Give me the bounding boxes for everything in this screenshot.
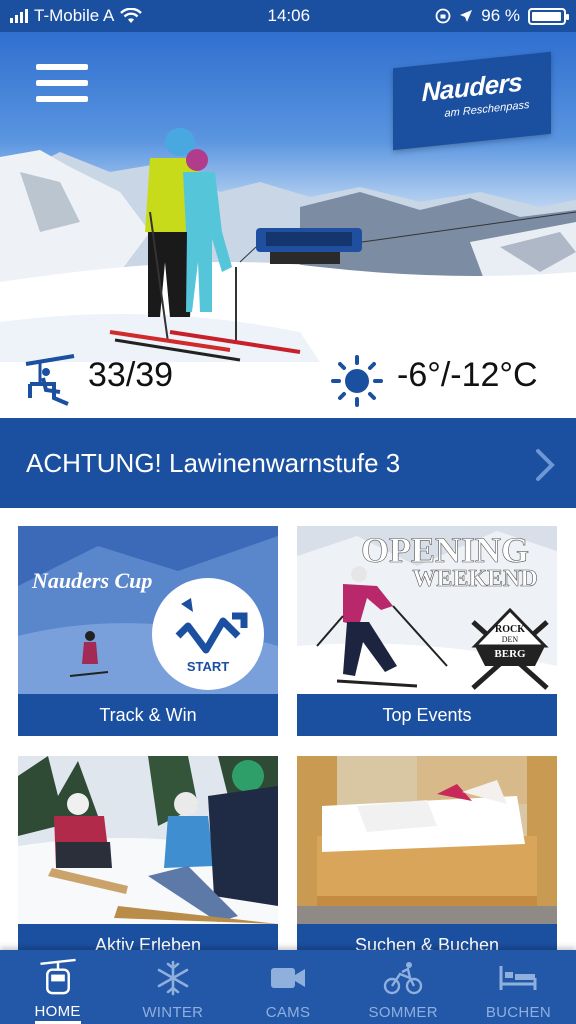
clock: 14:06 [267, 6, 311, 25]
gondola-icon [39, 958, 76, 995]
rock-text: ROCK [495, 624, 525, 635]
location-arrow-icon [460, 10, 473, 22]
track-and-win-image: Nauders Cup START [18, 526, 278, 694]
resort-stats: 33/39 -6°/-12°C [0, 354, 576, 414]
opening-headline: OPENING [361, 530, 529, 570]
tile-label: Suchen & Buchen [297, 924, 557, 950]
tile-label: Top Events [297, 694, 557, 736]
tile-aktiv-erleben[interactable]: Aktiv Erleben [18, 756, 278, 950]
bed-icon [499, 966, 537, 990]
open-lifts-count: 33/39 [88, 356, 174, 394]
avalanche-warning-text: ACHTUNG! Lawinenwarnstufe 3 [26, 447, 401, 478]
tab-label: CAMS [265, 1004, 311, 1021]
tab-sommer[interactable]: SOMMER [346, 950, 461, 1024]
tab-label: WINTER [142, 1004, 204, 1021]
tile-track-and-win[interactable]: Nauders Cup START Track & Win [18, 526, 278, 738]
hamburger-menu-icon[interactable] [36, 64, 88, 108]
tab-home[interactable]: HOME [0, 950, 115, 1024]
bicycle-icon [384, 962, 423, 995]
nauders-logo: Nauders am Reschenpass [393, 51, 551, 151]
signal-icon [10, 9, 28, 23]
tab-buchen[interactable]: BUCHEN [461, 950, 576, 1024]
tile-suchen-und-buchen[interactable]: Suchen & Buchen [297, 756, 557, 950]
tab-label: SOMMER [368, 1004, 438, 1021]
carrier-name: T-Mobile A [34, 6, 115, 25]
video-camera-icon [271, 968, 305, 988]
temperature-range: -6°/-12°C [397, 356, 538, 394]
tab-cams[interactable]: CAMS [230, 950, 345, 1024]
snowflake-icon [157, 960, 189, 996]
tile-label: Track & Win [18, 694, 278, 736]
nauders-cup-wordmark: Nauders Cup [31, 568, 152, 593]
tab-label: HOME [34, 1003, 81, 1024]
hotel-room-image [297, 756, 557, 924]
battery-icon [527, 7, 569, 25]
tab-winter[interactable]: WINTER [115, 950, 230, 1024]
tile-label: Aktiv Erleben [18, 924, 278, 950]
den-text: DEN [502, 635, 519, 644]
wifi-icon [120, 8, 143, 23]
tab-label: BUCHEN [485, 1004, 551, 1021]
status-bar: T-Mobile A 14:06 96 % [0, 0, 576, 32]
weekend-headline: WEEKEND [412, 566, 537, 592]
avalanche-warning-banner[interactable]: ACHTUNG! Lawinenwarnstufe 3 [0, 418, 576, 508]
rotation-lock-icon [435, 8, 451, 24]
berg-text: BERG [494, 648, 526, 660]
bottom-tab-bar: HOME WINTER CAMS SOMMER BUCHEN [0, 950, 576, 1024]
start-badge: START [187, 659, 229, 674]
battery-percent: 96 % [481, 6, 520, 25]
chairlift-icon [25, 354, 75, 406]
chevron-right-icon [536, 449, 555, 481]
status-right: 96 % [435, 6, 569, 26]
tile-top-events[interactable]: OPENING WEEKEND ROCK DEN BERG Top Events [297, 526, 557, 738]
status-left: T-Mobile A [10, 6, 143, 26]
hero-banner: Nauders am Reschenpass 33/39 -6°/-12°C [0, 32, 576, 418]
top-events-image: OPENING WEEKEND ROCK DEN BERG [297, 526, 557, 694]
aktiv-erleben-image [18, 756, 278, 924]
sun-icon [331, 355, 383, 407]
